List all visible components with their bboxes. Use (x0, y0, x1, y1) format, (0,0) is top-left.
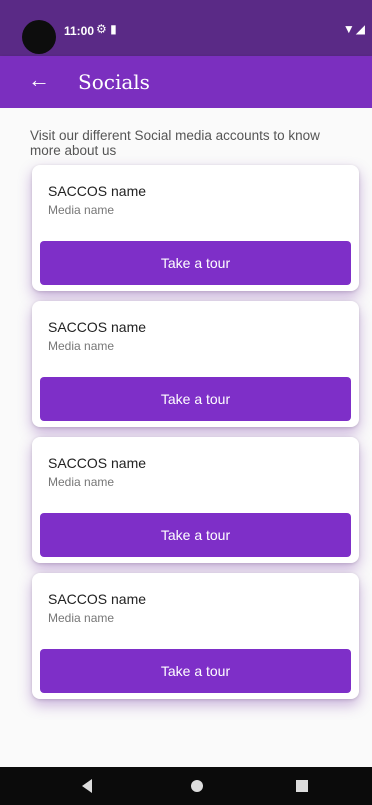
saccos-name: SACCOS name (48, 591, 147, 607)
social-card: SACCOS name Media name Take a tour (32, 573, 359, 699)
nav-back-icon[interactable] (82, 779, 92, 793)
status-time: 11:00 (64, 24, 95, 38)
saccos-name: SACCOS name (48, 455, 147, 471)
settings-gear-icon: ⚙ (96, 22, 107, 36)
page-title: Socials (78, 70, 150, 94)
status-notification-icons: ⚙ ▮ (96, 22, 117, 36)
social-card: SACCOS name Media name Take a tour (32, 437, 359, 563)
intro-text: Visit our different Social media account… (30, 128, 320, 158)
social-card: SACCOS name Media name Take a tour (32, 301, 359, 427)
nav-recents-icon[interactable] (296, 780, 308, 792)
signal-battery-icon: ▼◢ (342, 22, 366, 36)
sd-card-icon: ▮ (110, 22, 117, 36)
media-name: Media name (48, 203, 115, 217)
saccos-name: SACCOS name (48, 183, 147, 199)
status-bar: 11:00 ⚙ ▮ ▼◢ (0, 0, 372, 56)
take-a-tour-button[interactable]: Take a tour (40, 513, 351, 557)
media-name: Media name (48, 611, 115, 625)
take-a-tour-button[interactable]: Take a tour (40, 241, 351, 285)
camera-cutout (22, 20, 56, 54)
system-nav-bar (0, 767, 372, 805)
app-bar: ← Socials (0, 56, 372, 108)
media-name: Media name (48, 475, 115, 489)
take-a-tour-button[interactable]: Take a tour (40, 377, 351, 421)
saccos-name: SACCOS name (48, 319, 147, 335)
arrow-left-icon[interactable]: ← (28, 68, 50, 92)
media-name: Media name (48, 339, 115, 353)
social-card: SACCOS name Media name Take a tour (32, 165, 359, 291)
take-a-tour-button[interactable]: Take a tour (40, 649, 351, 693)
nav-home-icon[interactable] (191, 780, 203, 792)
